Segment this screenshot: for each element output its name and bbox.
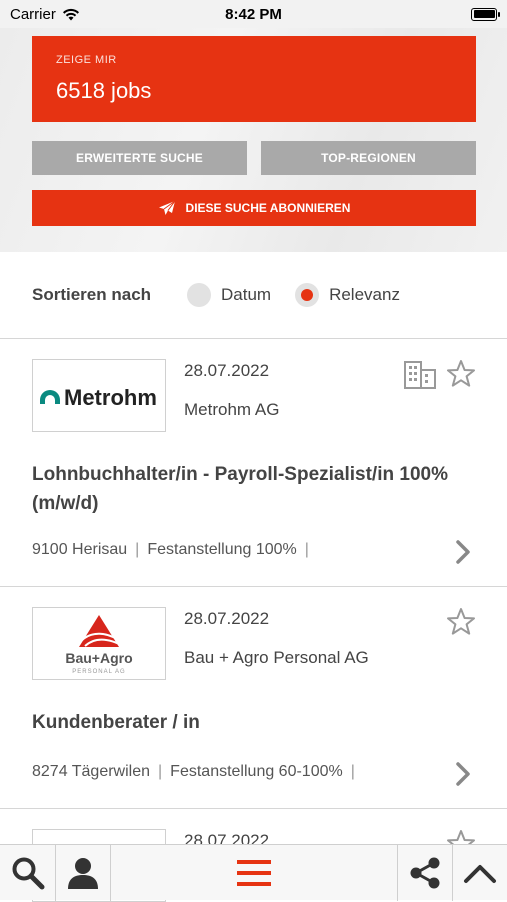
chevron-right-icon[interactable] — [452, 539, 474, 565]
star-icon[interactable] — [446, 359, 476, 389]
subscribe-label: DIESE SUCHE ABONNIEREN — [185, 201, 351, 215]
tab-search[interactable] — [0, 845, 55, 901]
radio-datum[interactable] — [187, 283, 211, 307]
sort-label: Sortieren nach — [32, 285, 152, 304]
bottom-tab-bar — [0, 844, 507, 901]
tab-profile[interactable] — [56, 845, 110, 901]
search-icon — [12, 857, 44, 890]
separator: | — [350, 763, 355, 780]
separator: | — [304, 541, 309, 558]
logo-text: Bau+Agro — [65, 650, 132, 666]
job-company: Bau + Agro Personal AG — [184, 648, 369, 667]
job-meta: 8274 Tägerwilen | Festanstellung 60-100%… — [32, 763, 355, 781]
job-location: 8274 Tägerwilen — [32, 763, 151, 780]
job-location: 9100 Herisau — [32, 541, 128, 558]
job-date: 28.07.2022 — [184, 609, 270, 628]
chevron-right-icon[interactable] — [452, 761, 474, 787]
job-employment: Festanstellung 60-100% — [170, 763, 343, 780]
tab-scroll-top[interactable] — [453, 845, 507, 901]
radio-relevanz[interactable] — [295, 283, 320, 307]
star-icon[interactable] — [446, 607, 476, 637]
job-item[interactable]: Metrohm 28.07.2022 Metrohm AG Lohnbuchha… — [0, 339, 507, 587]
paper-plane-icon — [158, 200, 175, 215]
company-logo: Metrohm — [32, 359, 166, 432]
company-logo: Bau+Agro PERSONAL AG — [32, 607, 166, 680]
top-regions-button[interactable]: TOP-REGIONEN — [261, 141, 476, 175]
building-icon[interactable] — [404, 359, 436, 389]
battery-icon — [471, 7, 500, 21]
separator: | — [158, 763, 163, 780]
sort-option-label: Datum — [221, 285, 272, 304]
sort-option-datum[interactable]: Datum — [187, 283, 271, 307]
search-header: ZEIGE MIR 6518 jobs ERWEITERTE SUCHE TOP… — [0, 28, 507, 252]
logo-subtext: PERSONAL AG — [72, 669, 125, 675]
job-meta: 9100 Herisau | Festanstellung 100% | — [32, 541, 309, 559]
job-company: Metrohm AG — [184, 400, 280, 419]
user-icon — [68, 858, 98, 889]
share-icon — [410, 857, 440, 889]
sort-option-relevanz[interactable]: Relevanz — [295, 283, 400, 307]
job-date: 28.07.2022 — [184, 361, 270, 380]
separator: | — [135, 541, 140, 558]
job-item[interactable]: Bau+Agro PERSONAL AG 28.07.2022 Bau + Ag… — [0, 587, 507, 809]
job-title[interactable]: Lohnbuchhalter/in - Payroll-Spezialist/i… — [32, 460, 472, 518]
wifi-icon — [62, 8, 79, 20]
job-count: 6518 jobs — [56, 78, 152, 103]
sort-row: Sortieren nach Datum Relevanz — [0, 252, 507, 339]
carrier-label: Carrier — [10, 5, 56, 23]
status-left: Carrier — [10, 6, 80, 23]
count-label: ZEIGE MIR — [56, 54, 117, 66]
subscribe-search-button[interactable]: DIESE SUCHE ABONNIEREN — [32, 190, 476, 226]
status-bar: Carrier 8:42 PM — [0, 0, 507, 28]
advanced-search-button[interactable]: ERWEITERTE SUCHE — [32, 141, 247, 175]
job-title[interactable]: Kundenberater / in — [32, 708, 472, 737]
job-count-box[interactable]: ZEIGE MIR 6518 jobs — [32, 36, 476, 122]
job-employment: Festanstellung 100% — [147, 541, 297, 558]
tab-menu[interactable] — [111, 845, 397, 901]
menu-icon — [237, 860, 271, 886]
chevron-up-icon — [464, 865, 496, 883]
tab-share[interactable] — [398, 845, 452, 901]
logo-text: Metrohm — [64, 385, 157, 410]
sort-option-label: Relevanz — [329, 285, 400, 304]
